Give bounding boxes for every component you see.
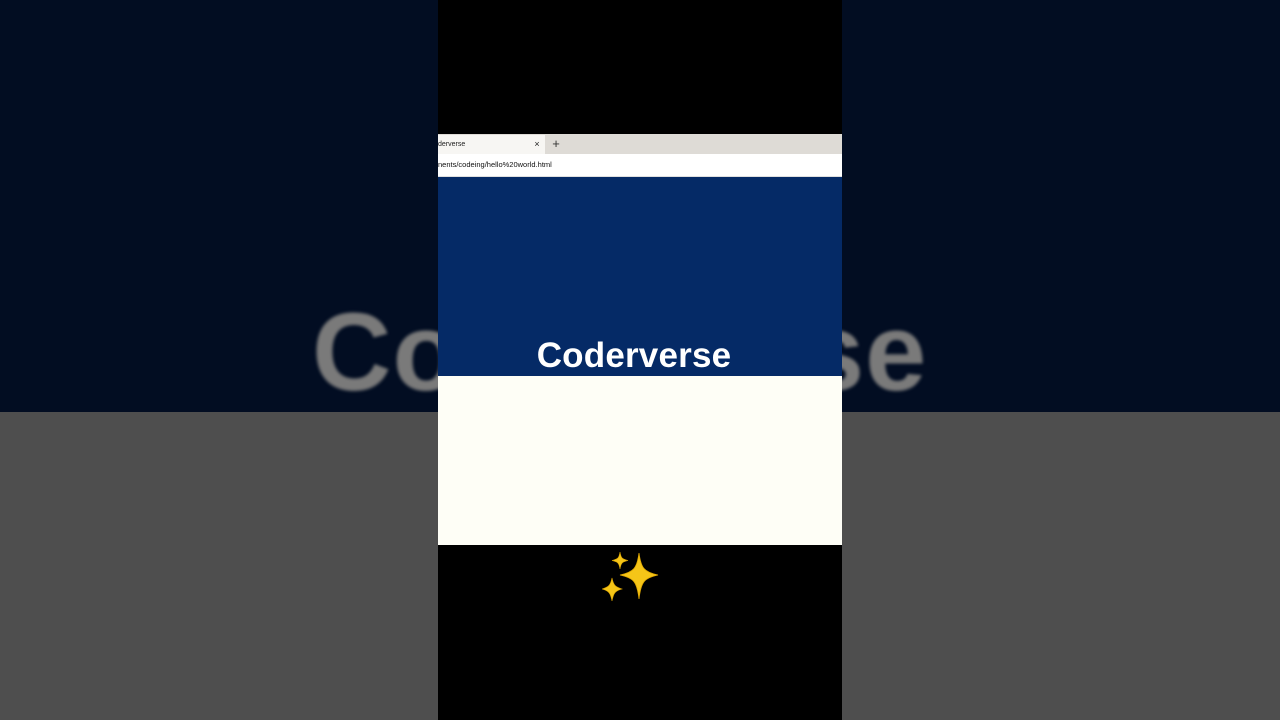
tab-title: derverse [438, 141, 466, 148]
sparkles-icon [602, 551, 659, 602]
tab-strip: derverse × + [438, 134, 842, 154]
browser-window: derverse × + nents/codeing/hello%20world… [438, 134, 842, 545]
tab-coderverse[interactable]: derverse × [438, 135, 545, 154]
hero-banner: Coderverse [438, 177, 842, 376]
web-page: Coderverse [438, 177, 842, 545]
hero-title: Coderverse [536, 336, 732, 375]
sparkle-bottom-small [602, 577, 624, 602]
sparkle-top-small [611, 551, 629, 570]
address-bar[interactable]: nents/codeing/hello%20world.html [438, 154, 842, 177]
video-frame: derverse × + nents/codeing/hello%20world… [438, 0, 842, 720]
new-tab-button[interactable]: + [548, 134, 564, 154]
close-icon[interactable]: × [532, 135, 542, 154]
url-text: nents/codeing/hello%20world.html [438, 160, 552, 169]
